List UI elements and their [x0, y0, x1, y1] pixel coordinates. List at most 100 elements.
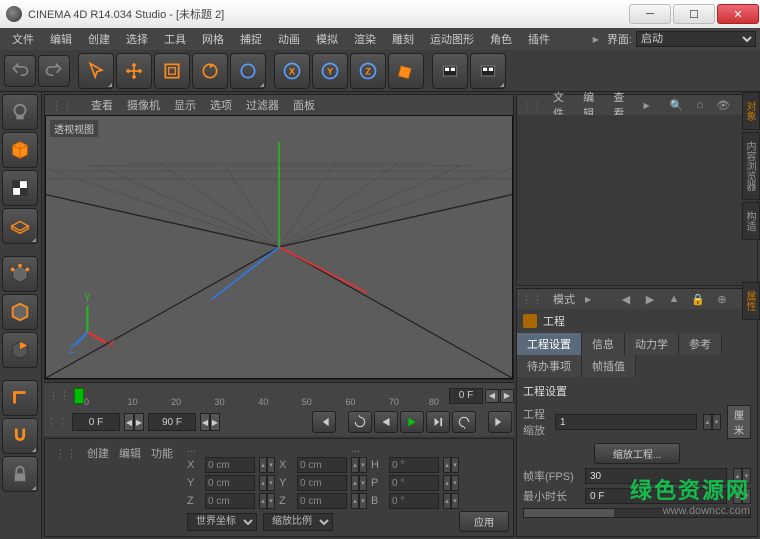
- scale-project-button[interactable]: 缩放工程...: [594, 443, 680, 464]
- tab-todo[interactable]: 待办事项: [517, 355, 582, 377]
- play-back[interactable]: [374, 411, 398, 433]
- x-axis-lock[interactable]: X: [274, 53, 310, 89]
- tab-info[interactable]: 信息: [582, 333, 625, 355]
- rot-b[interactable]: [389, 493, 439, 509]
- nav-back-icon[interactable]: ◀: [619, 292, 633, 306]
- dock-tab-content[interactable]: 内容浏览器: [742, 132, 760, 200]
- polygon-mode[interactable]: [2, 332, 38, 368]
- range-step-up[interactable]: ▶: [210, 413, 220, 431]
- rewind[interactable]: [348, 411, 372, 433]
- scale-tool[interactable]: [154, 53, 190, 89]
- eye-icon[interactable]: 👁: [716, 98, 730, 112]
- vp-menu-options[interactable]: 选项: [210, 97, 232, 113]
- edge-mode[interactable]: [2, 294, 38, 330]
- menu-simulate[interactable]: 模拟: [308, 29, 346, 49]
- lock-icon[interactable]: 🔒: [691, 292, 705, 306]
- timeline-playhead[interactable]: [74, 388, 84, 404]
- timeline-left[interactable]: ◀: [485, 389, 499, 403]
- select-tool[interactable]: [78, 53, 114, 89]
- move-tool[interactable]: [116, 53, 152, 89]
- menu-mograph[interactable]: 运动图形: [422, 29, 482, 49]
- range-end-field[interactable]: [148, 413, 196, 431]
- redo-button[interactable]: [38, 55, 70, 87]
- rot-h[interactable]: [389, 457, 439, 473]
- coord-menu-edit[interactable]: 编辑: [119, 445, 141, 461]
- dock-tab-attributes[interactable]: 属性: [742, 282, 760, 320]
- texture-mode[interactable]: [2, 170, 38, 206]
- vp-menu-panel[interactable]: 面板: [293, 97, 315, 113]
- maximize-button[interactable]: ☐: [673, 4, 715, 24]
- layout-select[interactable]: 启动: [636, 31, 756, 47]
- attr-scrollbar[interactable]: [523, 508, 751, 518]
- play-forward[interactable]: [400, 411, 424, 433]
- point-mode[interactable]: [2, 256, 38, 292]
- menu-plugins[interactable]: 插件: [520, 29, 558, 49]
- goto-start[interactable]: [312, 411, 336, 433]
- pos-x[interactable]: [205, 457, 255, 473]
- coord-menu-func[interactable]: 功能: [151, 445, 173, 461]
- step-forward[interactable]: [426, 411, 450, 433]
- tab-reference[interactable]: 参考: [679, 333, 722, 355]
- coord-scale-select[interactable]: 缩放比例: [263, 513, 333, 531]
- timeline-right[interactable]: ▶: [500, 389, 514, 403]
- menu-select[interactable]: 选择: [118, 29, 156, 49]
- y-axis-lock[interactable]: Y: [312, 53, 348, 89]
- rot-p[interactable]: [389, 475, 439, 491]
- snap-tool[interactable]: [2, 418, 38, 454]
- menu-file[interactable]: 文件: [4, 29, 42, 49]
- menu-mesh[interactable]: 网格: [194, 29, 232, 49]
- lock-tool[interactable]: [2, 456, 38, 492]
- size-x[interactable]: [297, 457, 347, 473]
- coord-menu-create[interactable]: 创建: [87, 445, 109, 461]
- fast-forward[interactable]: [452, 411, 476, 433]
- menu-render[interactable]: 渲染: [346, 29, 384, 49]
- tab-dynamics[interactable]: 动力学: [625, 333, 679, 355]
- render-picture[interactable]: [470, 53, 506, 89]
- workplane-mode[interactable]: [2, 208, 38, 244]
- menu-create[interactable]: 创建: [80, 29, 118, 49]
- size-y[interactable]: [297, 475, 347, 491]
- tab-project-settings[interactable]: 工程设置: [517, 333, 582, 355]
- nav-fwd-icon[interactable]: ▶: [643, 292, 657, 306]
- current-frame-field[interactable]: [72, 413, 120, 431]
- pos-z[interactable]: [205, 493, 255, 509]
- coord-apply-button[interactable]: 应用: [459, 511, 509, 532]
- pos-y[interactable]: [205, 475, 255, 491]
- menu-edit[interactable]: 编辑: [42, 29, 80, 49]
- vp-menu-view[interactable]: 查看: [91, 97, 113, 113]
- project-scale-field[interactable]: [555, 414, 697, 430]
- attr-menu-mode[interactable]: 模式: [553, 291, 575, 307]
- model-mode[interactable]: [2, 132, 38, 168]
- make-editable[interactable]: [2, 94, 38, 130]
- new-icon[interactable]: ⊕: [715, 292, 729, 306]
- menu-animate[interactable]: 动画: [270, 29, 308, 49]
- size-z[interactable]: [297, 493, 347, 509]
- minimize-button[interactable]: ─: [629, 4, 671, 24]
- close-button[interactable]: ✕: [717, 4, 759, 24]
- fps-field[interactable]: [585, 468, 727, 484]
- frame-step-down[interactable]: ◀: [124, 413, 134, 431]
- goto-end[interactable]: [488, 411, 512, 433]
- recent-tool[interactable]: [230, 53, 266, 89]
- frame-step-up[interactable]: ▶: [134, 413, 144, 431]
- timeline-ruler[interactable]: 0 10 20 30 40 50 60 70 80: [84, 385, 447, 407]
- objects-tree[interactable]: [517, 115, 757, 285]
- vp-menu-filter[interactable]: 过滤器: [246, 97, 279, 113]
- rotate-tool[interactable]: [192, 53, 228, 89]
- timeline-end-field[interactable]: [449, 388, 483, 404]
- viewport-3d[interactable]: 透视视图: [45, 115, 513, 379]
- project-scale-unit[interactable]: 厘米: [727, 405, 751, 439]
- range-step-down[interactable]: ◀: [200, 413, 210, 431]
- mintime-field[interactable]: [585, 488, 727, 504]
- menu-sculpt[interactable]: 雕刻: [384, 29, 422, 49]
- vp-menu-display[interactable]: 显示: [174, 97, 196, 113]
- coord-system[interactable]: [388, 53, 424, 89]
- tab-interp[interactable]: 帧插值: [582, 355, 636, 377]
- render-view[interactable]: [432, 53, 468, 89]
- home-icon[interactable]: ⌂: [693, 98, 706, 112]
- timeline[interactable]: ⋮⋮ 0 10 20 30 40 50 60 70 80 ◀ ▶: [44, 382, 514, 408]
- search-icon[interactable]: 🔍: [670, 98, 684, 112]
- nav-up-icon[interactable]: ▲: [667, 292, 681, 306]
- menu-tools[interactable]: 工具: [156, 29, 194, 49]
- coord-space-select[interactable]: 世界坐标: [187, 513, 257, 531]
